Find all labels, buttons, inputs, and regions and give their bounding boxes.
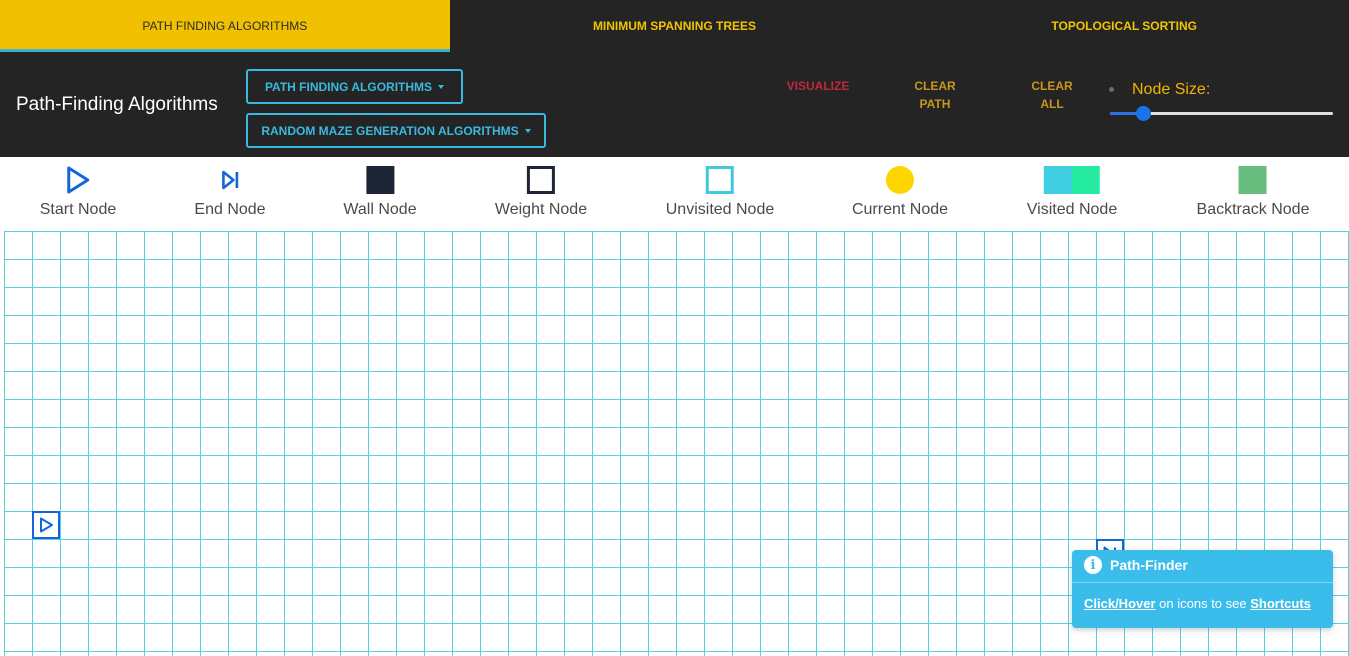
tab-topological-sorting[interactable]: TOPOLOGICAL SORTING <box>899 0 1349 52</box>
legend-label: Weight Node <box>494 201 588 218</box>
legend: Start Node End Node Wall Node Weight Nod… <box>0 157 1349 229</box>
toast-header: i Path-Finder <box>1084 556 1188 574</box>
node-size-slider[interactable] <box>1110 106 1333 121</box>
legend-label: Start Node <box>39 201 117 218</box>
info-icon: i <box>1084 556 1102 574</box>
toast-divider <box>1072 582 1333 583</box>
clear-all-label-2: ALL <box>1040 97 1064 111</box>
legend-backtrack-node[interactable]: Backtrack Node <box>1196 165 1310 219</box>
legend-start-node[interactable]: Start Node <box>40 165 116 219</box>
clear-all-button[interactable]: CLEAR ALL <box>1022 77 1082 113</box>
legend-label: Backtrack Node <box>1196 201 1310 218</box>
grid-start-node[interactable] <box>32 511 60 539</box>
toast-text: on icons to see <box>1155 596 1251 611</box>
maze-dropdown-label: RANDOM MAZE GENERATION ALGORITHMS <box>261 123 519 138</box>
info-toast: i Path-Finder Click/Hover on icons to se… <box>1072 550 1333 628</box>
algorithm-dropdown-button[interactable]: PATH FINDING ALGORITHMS <box>246 69 463 104</box>
legend-wall-node[interactable]: Wall Node <box>343 165 417 219</box>
tab-path-finding[interactable]: PATH FINDING ALGORITHMS <box>0 0 450 52</box>
slider-thumb[interactable] <box>1136 106 1152 121</box>
page-title: Path-Finding Algorithms <box>16 94 218 115</box>
shortcuts-link[interactable]: Shortcuts <box>1250 596 1311 611</box>
toast-body: Click/Hover on icons to see Shortcuts <box>1084 596 1311 611</box>
start-play-icon <box>40 517 53 533</box>
caret-down-icon <box>524 128 531 133</box>
clear-path-label-1: CLEAR <box>914 79 956 93</box>
weight-node-swatch-icon <box>526 166 555 194</box>
legend-visited-node[interactable]: Visited Node <box>1027 165 1117 219</box>
clear-path-button[interactable]: CLEAR PATH <box>905 77 965 113</box>
visualize-button[interactable]: VISUALIZE <box>778 77 858 95</box>
legend-weight-node[interactable]: Weight Node <box>495 165 587 219</box>
unvisited-node-swatch-icon <box>706 166 734 194</box>
click-hover-link[interactable]: Click/Hover <box>1084 596 1156 611</box>
legend-label: Wall Node <box>343 201 417 218</box>
legend-label: Current Node <box>851 201 949 218</box>
legend-label: Unvisited Node <box>665 201 775 218</box>
algorithm-dropdown-label: PATH FINDING ALGORITHMS <box>264 79 433 94</box>
top-tabs: PATH FINDING ALGORITHMS MINIMUM SPANNING… <box>0 0 1349 52</box>
toolbar: Path-Finding Algorithms PATH FINDING ALG… <box>0 52 1349 157</box>
legend-label: Visited Node <box>1026 201 1118 218</box>
caret-down-icon <box>438 84 445 89</box>
clear-all-label-1: CLEAR <box>1031 79 1073 93</box>
tab-minimum-spanning-trees[interactable]: MINIMUM SPANNING TREES <box>450 0 900 52</box>
maze-dropdown-button[interactable]: RANDOM MAZE GENERATION ALGORITHMS <box>246 113 546 148</box>
legend-label: End Node <box>194 201 266 218</box>
legend-unvisited-node[interactable]: Unvisited Node <box>665 165 775 219</box>
toast-title: Path-Finder <box>1110 557 1188 573</box>
clear-path-label-2: PATH <box>919 97 951 111</box>
visited-node-swatch-icon <box>1044 166 1100 194</box>
start-play-icon <box>67 166 90 194</box>
wall-node-swatch-icon <box>366 166 394 194</box>
legend-current-node[interactable]: Current Node <box>852 165 948 219</box>
legend-end-node[interactable]: End Node <box>194 165 266 219</box>
end-skip-icon <box>221 170 238 190</box>
bullet-dot-icon <box>1109 87 1114 92</box>
backtrack-node-swatch-icon <box>1239 166 1267 194</box>
node-size-label: Node Size: <box>1132 81 1211 98</box>
current-node-swatch-icon <box>885 166 914 194</box>
